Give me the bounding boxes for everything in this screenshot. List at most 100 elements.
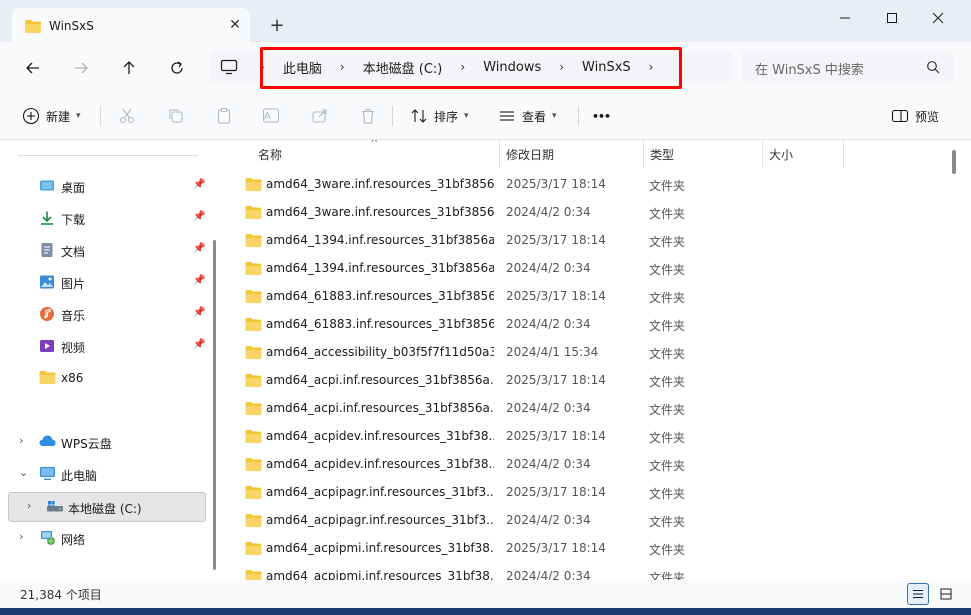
table-row[interactable]: amd64_acpidev.inf.resources_31bf38... 202… bbox=[224, 450, 946, 478]
refresh-button[interactable] bbox=[163, 54, 191, 82]
sidebar-item-downloads[interactable]: 下载 📌 bbox=[0, 204, 208, 232]
search-input[interactable]: 在 WinSxS 中搜索 bbox=[755, 59, 864, 78]
monitor-icon[interactable] bbox=[220, 59, 238, 78]
column-divider[interactable] bbox=[499, 140, 500, 168]
forward-button[interactable] bbox=[67, 54, 95, 82]
search-box[interactable]: 在 WinSxS 中搜索 bbox=[741, 51, 953, 83]
sidebar-item-music[interactable]: 音乐 📌 bbox=[0, 300, 208, 328]
sidebar-item-this-pc[interactable]: ⌄ 此电脑 bbox=[0, 460, 208, 488]
music-icon bbox=[39, 306, 55, 322]
tab-close-icon[interactable]: ✕ bbox=[226, 16, 244, 34]
share-button[interactable] bbox=[311, 104, 329, 128]
folder-icon bbox=[245, 261, 262, 279]
minimize-button[interactable] bbox=[822, 0, 868, 36]
file-date: 2024/4/2 0:34 bbox=[506, 205, 591, 219]
sidebar-item-local-disk[interactable]: › 本地磁盘 (C:) bbox=[0, 493, 208, 521]
folder-icon bbox=[245, 205, 262, 223]
table-row[interactable]: amd64_3ware.inf.resources_31bf3856... 202… bbox=[224, 198, 946, 226]
copy-button[interactable] bbox=[167, 104, 185, 128]
column-divider[interactable] bbox=[643, 140, 644, 168]
sidebar-item-documents[interactable]: 文档 📌 bbox=[0, 236, 208, 264]
tiles-view-button[interactable] bbox=[935, 583, 957, 605]
file-name: amd64_3ware.inf.resources_31bf3856... bbox=[266, 205, 494, 219]
sidebar-item-pictures[interactable]: 图片 📌 bbox=[0, 268, 208, 296]
file-date: 2025/3/17 18:14 bbox=[506, 289, 606, 303]
chevron-right-icon[interactable]: › bbox=[27, 499, 31, 512]
table-row[interactable]: amd64_acpi.inf.resources_31bf3856a... 202… bbox=[224, 366, 946, 394]
table-row[interactable]: amd64_acpidev.inf.resources_31bf38... 202… bbox=[224, 422, 946, 450]
pin-icon[interactable]: 📌 bbox=[193, 307, 205, 318]
sidebar-item-desktop[interactable]: 桌面 📌 bbox=[0, 172, 208, 200]
table-row[interactable]: amd64_1394.inf.resources_31bf3856a... 202… bbox=[224, 254, 946, 282]
file-name: amd64_acpidev.inf.resources_31bf38... bbox=[266, 429, 494, 443]
more-options-button[interactable]: ••• bbox=[592, 104, 611, 128]
column-divider[interactable] bbox=[843, 140, 844, 168]
chevron-down-icon[interactable]: ⌄ bbox=[19, 466, 28, 479]
sidebar-item-network[interactable]: › 网络 bbox=[0, 524, 208, 552]
sidebar-item-x86[interactable]: x86 bbox=[0, 364, 208, 392]
table-row[interactable]: amd64_3ware.inf.resources_31bf3856... 202… bbox=[224, 170, 946, 198]
preview-button[interactable]: 预览 bbox=[891, 104, 939, 128]
desktop-background-strip bbox=[0, 608, 971, 615]
chevron-right-icon[interactable]: › bbox=[19, 530, 23, 543]
sidebar-item-videos[interactable]: 视频 📌 bbox=[0, 332, 208, 360]
pin-icon[interactable]: 📌 bbox=[193, 179, 205, 190]
table-row[interactable]: amd64_acpipmi.inf.resources_31bf38... 202… bbox=[224, 534, 946, 562]
sidebar-item-wps-cloud[interactable]: › WPS云盘 bbox=[0, 428, 208, 456]
table-row[interactable]: amd64_acpipagr.inf.resources_31bf3... 202… bbox=[224, 478, 946, 506]
status-bar: 21,384 个项目 bbox=[0, 580, 971, 608]
sidebar-item-label: 此电脑 bbox=[61, 469, 98, 483]
pin-icon[interactable]: 📌 bbox=[193, 275, 205, 286]
pin-icon[interactable]: 📌 bbox=[193, 339, 205, 350]
table-row[interactable]: amd64_1394.inf.resources_31bf3856a... 202… bbox=[224, 226, 946, 254]
file-name: amd64_1394.inf.resources_31bf3856a... bbox=[266, 233, 494, 247]
folder-icon bbox=[245, 177, 262, 195]
new-button[interactable]: 新建 ▾ bbox=[22, 104, 81, 128]
sidebar-item-label: 网络 bbox=[61, 533, 86, 547]
back-button[interactable] bbox=[19, 54, 47, 82]
sort-button[interactable]: 排序 ▾ bbox=[410, 104, 469, 128]
delete-button[interactable] bbox=[359, 104, 377, 128]
new-tab-button[interactable]: + bbox=[266, 16, 288, 38]
scissors-icon bbox=[119, 108, 135, 124]
table-row[interactable]: amd64_acpipmi.inf.resources_31bf38... 202… bbox=[224, 562, 946, 580]
chevron-right-icon[interactable]: › bbox=[19, 434, 23, 447]
document-icon bbox=[39, 242, 55, 258]
pin-icon[interactable]: 📌 bbox=[193, 243, 205, 254]
close-button[interactable] bbox=[915, 0, 961, 36]
pin-icon[interactable]: 📌 bbox=[193, 211, 205, 222]
column-header-size[interactable]: 大小 bbox=[769, 146, 793, 163]
maximize-button[interactable] bbox=[869, 0, 915, 36]
folder-icon bbox=[39, 370, 56, 386]
tab-winsxs[interactable]: WinSxS ✕ bbox=[12, 8, 250, 42]
table-row[interactable]: amd64_acpipagr.inf.resources_31bf3... 202… bbox=[224, 506, 946, 534]
file-date: 2024/4/2 0:34 bbox=[506, 569, 591, 580]
column-header-name[interactable]: 名称 bbox=[258, 146, 282, 163]
view-label: 查看 bbox=[522, 109, 547, 124]
desktop-icon bbox=[39, 178, 55, 194]
paste-button[interactable] bbox=[215, 104, 233, 128]
new-label: 新建 bbox=[46, 109, 71, 124]
up-button[interactable] bbox=[115, 54, 143, 82]
table-row[interactable]: amd64_61883.inf.resources_31bf3856... 202… bbox=[224, 282, 946, 310]
view-button[interactable]: 查看 ▾ bbox=[498, 104, 557, 128]
file-name: amd64_61883.inf.resources_31bf3856... bbox=[266, 317, 494, 331]
details-view-button[interactable] bbox=[907, 583, 929, 605]
sidebar-scrollbar[interactable] bbox=[213, 240, 216, 570]
file-list-scrollbar[interactable] bbox=[952, 150, 956, 174]
file-date: 2025/3/17 18:14 bbox=[506, 541, 606, 555]
table-row[interactable]: amd64_61883.inf.resources_31bf3856... 202… bbox=[224, 310, 946, 338]
folder-icon bbox=[245, 373, 262, 391]
table-row[interactable]: amd64_accessibility_b03f5f7f11d50a3... 20… bbox=[224, 338, 946, 366]
column-divider[interactable] bbox=[762, 140, 763, 168]
rename-button[interactable]: A bbox=[262, 104, 280, 128]
column-header-date[interactable]: 修改日期 bbox=[506, 146, 554, 163]
tab-title: WinSxS bbox=[49, 19, 94, 33]
file-date: 2024/4/2 0:34 bbox=[506, 457, 591, 471]
sort-icon bbox=[411, 109, 427, 123]
search-icon[interactable] bbox=[926, 60, 940, 77]
table-row[interactable]: amd64_acpi.inf.resources_31bf3856a... 202… bbox=[224, 394, 946, 422]
column-header-type[interactable]: 类型 bbox=[650, 146, 674, 163]
cut-button[interactable] bbox=[118, 104, 136, 128]
file-name: amd64_accessibility_b03f5f7f11d50a3... bbox=[266, 345, 494, 359]
